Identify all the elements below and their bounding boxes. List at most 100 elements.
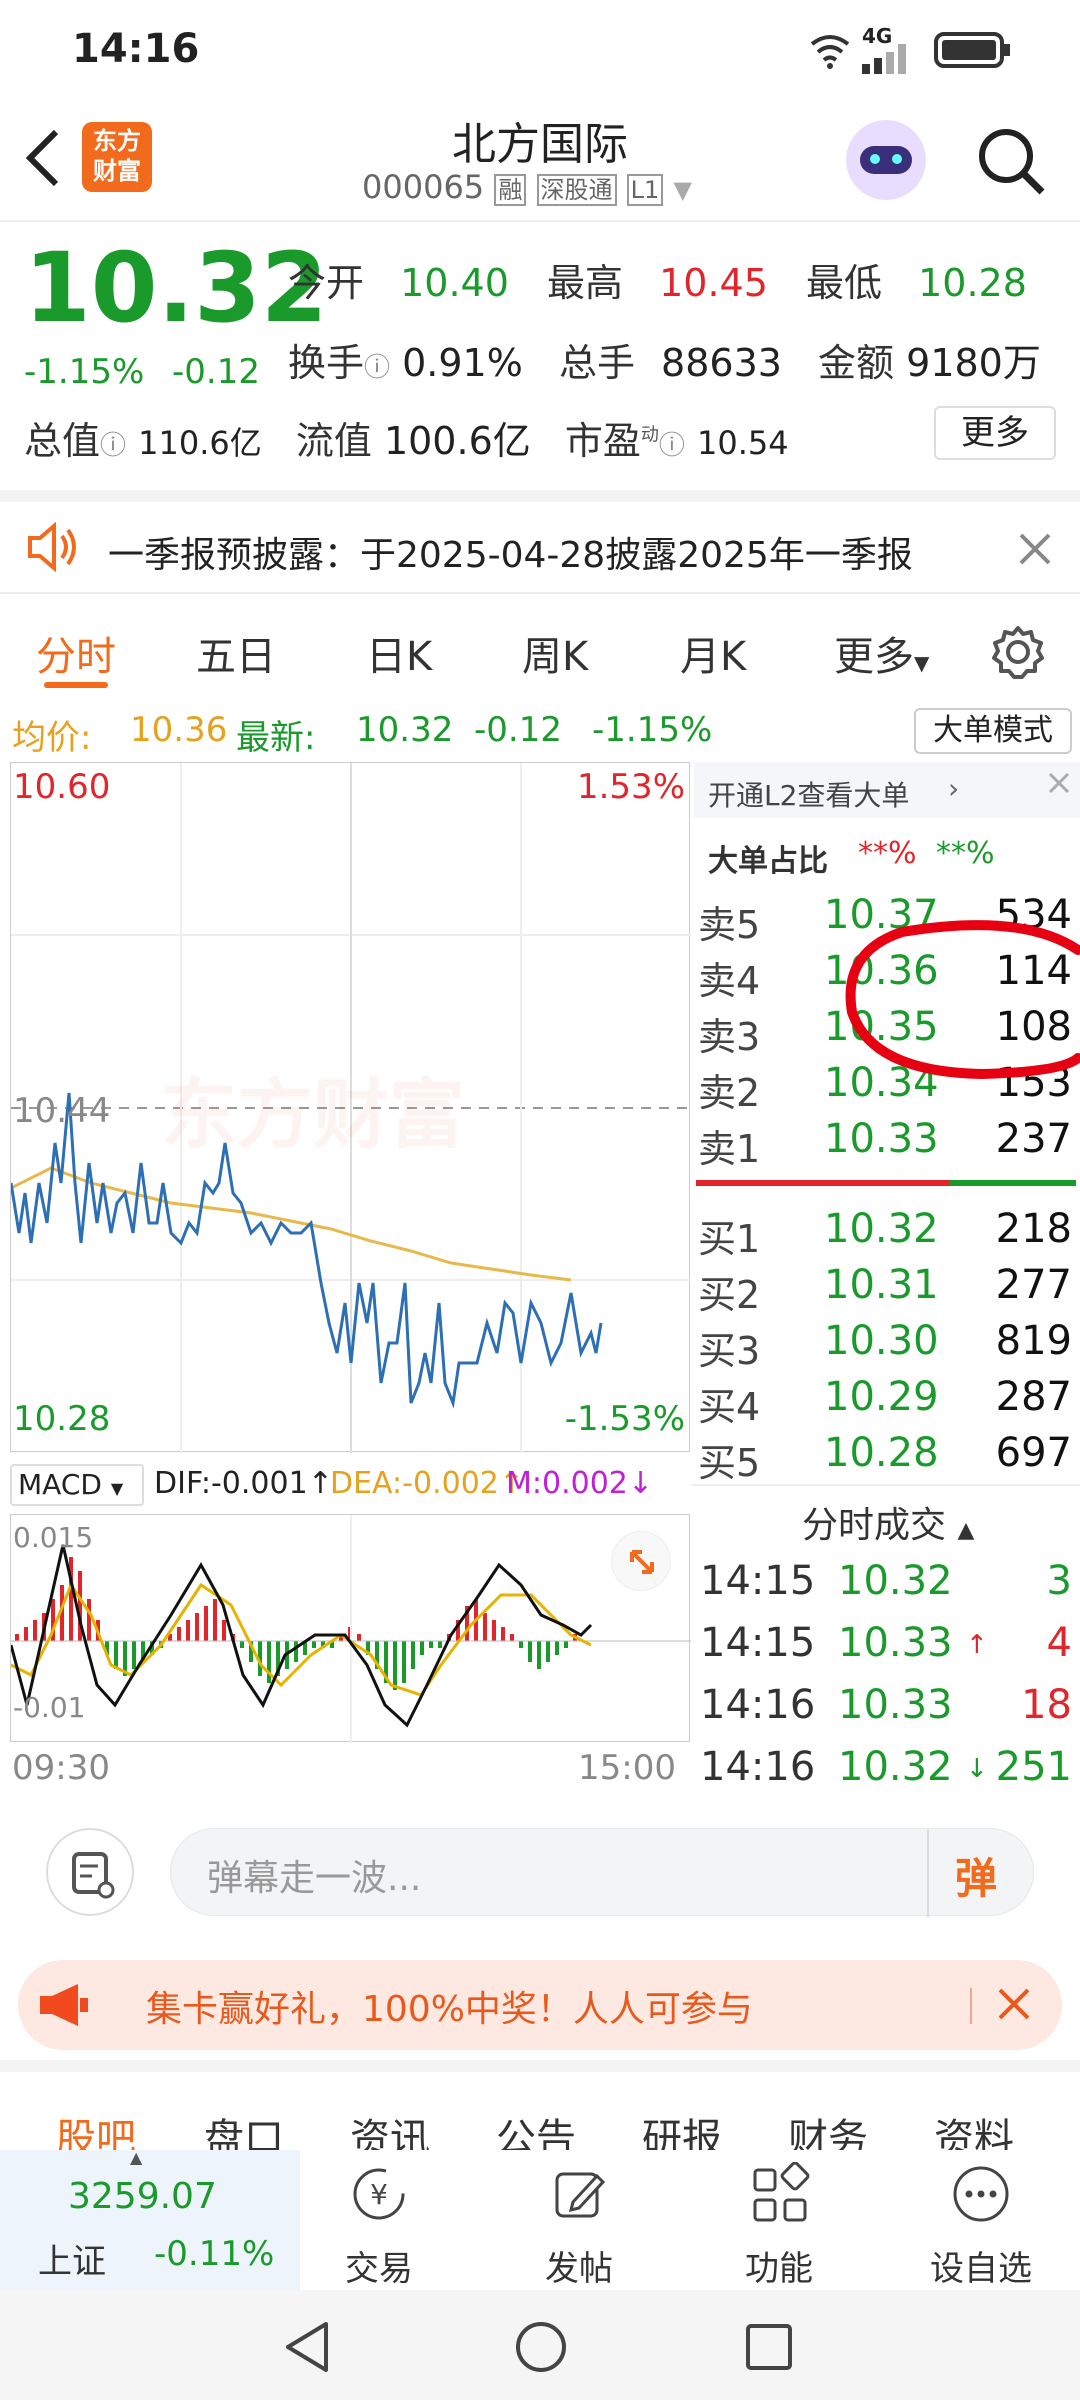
section-tabs: 股吧 盘口 资讯 公告 研报 财务 资料 bbox=[0, 2060, 1080, 2162]
bid-ratio-bar bbox=[950, 1180, 1076, 1186]
danmu-settings-icon[interactable] bbox=[46, 1828, 134, 1916]
ask-row[interactable]: 卖1 10.33 237 bbox=[692, 1112, 1080, 1171]
more-dots-icon bbox=[953, 2166, 1009, 2222]
close-icon[interactable] bbox=[1046, 770, 1072, 796]
macd-histogram-bar bbox=[420, 1641, 424, 1655]
price-mid-label: 10.44 bbox=[13, 1091, 111, 1131]
expand-icon[interactable] bbox=[611, 1531, 671, 1591]
macd-histogram-bar bbox=[132, 1641, 136, 1669]
indicator-selector[interactable]: MACD ▼ bbox=[10, 1464, 144, 1506]
macd-histogram-bar bbox=[114, 1641, 118, 1669]
macd-header: MACD ▼ DIF:-0.001↑ DEA:-0.002↑ M:0.002↓ bbox=[10, 1458, 690, 1512]
macd-histogram-bar bbox=[519, 1641, 523, 1648]
order-book-panel: 开通L2查看大单 › 大单占比 **% **% 卖5 10.37 534 卖4 10.… bbox=[692, 762, 1080, 1792]
macd-histogram-bar bbox=[483, 1613, 487, 1641]
add-watchlist-button[interactable]: 设自选 bbox=[916, 2162, 1046, 2290]
megaphone-icon bbox=[40, 1984, 88, 2026]
pct-bottom-label: -1.53% bbox=[564, 1399, 685, 1439]
clock: 14:16 bbox=[72, 26, 200, 72]
arrow-down-icon: ↓ bbox=[966, 1754, 988, 1784]
system-nav-bar bbox=[0, 2290, 1080, 2400]
tab-intraday[interactable]: 分时 bbox=[36, 624, 116, 682]
intraday-chart[interactable]: 东方财富 10.60 1.53% 10.44 10.28 -1.53% bbox=[10, 762, 691, 1453]
macd-histogram-bar bbox=[411, 1641, 415, 1669]
macd-histogram-bar bbox=[177, 1627, 181, 1641]
m-value: M:0.002↓ bbox=[506, 1466, 654, 1501]
comment-bar: 弹幕走一波... 弹 bbox=[0, 1790, 1080, 1950]
recents-square-icon[interactable] bbox=[744, 2322, 794, 2372]
app-logo: 东方 财富 bbox=[82, 122, 152, 192]
stock-code-row[interactable]: 000065 融 深股通 L1 ▼ bbox=[362, 168, 692, 206]
trades-header[interactable]: 分时成交 ▲ bbox=[802, 1496, 974, 1548]
bid-row[interactable]: 买4 10.29 287 bbox=[692, 1370, 1080, 1429]
caret-down-icon: ▼ bbox=[110, 1479, 124, 1498]
function-button[interactable]: 功能 bbox=[724, 2161, 834, 2290]
connect-tag: 深股通 bbox=[536, 174, 617, 206]
macd-histogram-bar bbox=[15, 1634, 19, 1641]
macd-histogram-bar bbox=[87, 1599, 91, 1641]
index-ticker[interactable]: ▲ 3259.07 上证 -0.11% bbox=[0, 2148, 300, 2290]
macd-chart[interactable]: 0.015 -0.01 bbox=[10, 1514, 691, 1743]
edit-icon bbox=[555, 2172, 606, 2218]
macd-histogram-bar bbox=[267, 1641, 271, 1683]
gear-icon[interactable] bbox=[990, 624, 1046, 680]
close-icon[interactable] bbox=[996, 1986, 1032, 2022]
tab-weekly-k[interactable]: 周K bbox=[522, 624, 588, 682]
promo-banner[interactable]: 集卡赢好礼，100%中奖！人人可参与 bbox=[18, 1960, 1062, 2050]
macd-histogram-bar bbox=[429, 1641, 433, 1648]
trade-row: 14:15 10.32 3 bbox=[700, 1558, 1072, 1604]
macd-histogram-bar bbox=[312, 1641, 316, 1648]
stock-header: 东方 财富 北方国际 000065 融 深股通 L1 ▼ bbox=[0, 100, 1080, 222]
latest-price: 10.32 bbox=[356, 710, 454, 750]
avg-price-line bbox=[11, 1166, 572, 1282]
tab-daily-k[interactable]: 日K bbox=[366, 624, 432, 682]
trade-button[interactable]: ¥ 交易 bbox=[324, 2162, 434, 2290]
macd-histogram-bar bbox=[501, 1627, 505, 1641]
home-circle-icon[interactable] bbox=[514, 2320, 568, 2374]
search-icon[interactable] bbox=[976, 126, 1046, 196]
low-price: 10.28 bbox=[918, 261, 1027, 305]
tab-monthly-k[interactable]: 月K bbox=[680, 624, 746, 682]
chart-tabs: 分时 五日 日K 周K 月K 更多▼ bbox=[0, 600, 1080, 700]
info-icon[interactable]: ⓘ bbox=[100, 431, 126, 461]
caret-down-icon: ▼ bbox=[914, 651, 930, 675]
status-bar: 14:16 4G bbox=[0, 0, 1080, 100]
bid-row[interactable]: 买2 10.31 277 bbox=[692, 1258, 1080, 1317]
stock-name: 北方国际 bbox=[452, 119, 628, 170]
tab-five-day[interactable]: 五日 bbox=[196, 624, 276, 682]
quote-row-2: 换手ⓘ 0.91% 总手 88633 金额 9180万 bbox=[288, 341, 1041, 385]
big-order-mode-button[interactable]: 大单模式 bbox=[914, 708, 1072, 754]
notice-bar[interactable]: 一季报预披露：于2025-04-28披露2025年一季报 bbox=[0, 490, 1080, 594]
info-icon[interactable]: ⓘ bbox=[364, 353, 390, 383]
post-button[interactable]: 发帖 bbox=[524, 2162, 634, 2290]
annotation-circle bbox=[845, 920, 1080, 1080]
turnover-rate: 0.91% bbox=[402, 341, 523, 385]
turnover-amount: 9180万 bbox=[906, 341, 1041, 385]
macd-histogram-bar bbox=[537, 1641, 541, 1669]
back-arrow-icon[interactable] bbox=[20, 126, 64, 190]
more-button[interactable]: 更多 bbox=[934, 406, 1056, 460]
macd-histogram-bar bbox=[195, 1613, 199, 1641]
macd-histogram-bar bbox=[555, 1641, 559, 1655]
level2-promo[interactable]: 开通L2查看大单 › bbox=[694, 762, 1080, 818]
index-value: 3259.07 bbox=[68, 2176, 217, 2217]
signal-icon bbox=[862, 44, 906, 74]
change-percent: -1.15% bbox=[24, 352, 145, 392]
macd-bottom-label: -0.01 bbox=[13, 1691, 86, 1724]
grid-icon bbox=[753, 2161, 810, 2222]
danmu-input[interactable]: 弹幕走一波... 弹 bbox=[170, 1828, 1034, 1917]
tab-more[interactable]: 更多▼ bbox=[834, 624, 929, 682]
close-icon[interactable] bbox=[1018, 532, 1052, 566]
assistant-robot-icon[interactable] bbox=[846, 120, 926, 200]
macd-svg bbox=[11, 1515, 691, 1743]
back-triangle-icon[interactable] bbox=[282, 2320, 332, 2374]
macd-histogram-bar bbox=[33, 1620, 37, 1641]
danmu-button[interactable]: 弹 bbox=[955, 1845, 997, 1906]
bid-row[interactable]: 买5 10.28 697 bbox=[692, 1426, 1080, 1485]
bid-row[interactable]: 买1 10.32 218 bbox=[692, 1202, 1080, 1261]
open-price: 10.40 bbox=[400, 261, 509, 305]
bid-row[interactable]: 买3 10.30 819 bbox=[692, 1314, 1080, 1373]
macd-histogram-bar bbox=[204, 1606, 208, 1641]
info-icon[interactable]: ⓘ bbox=[659, 431, 685, 461]
macd-top-label: 0.015 bbox=[13, 1521, 94, 1554]
